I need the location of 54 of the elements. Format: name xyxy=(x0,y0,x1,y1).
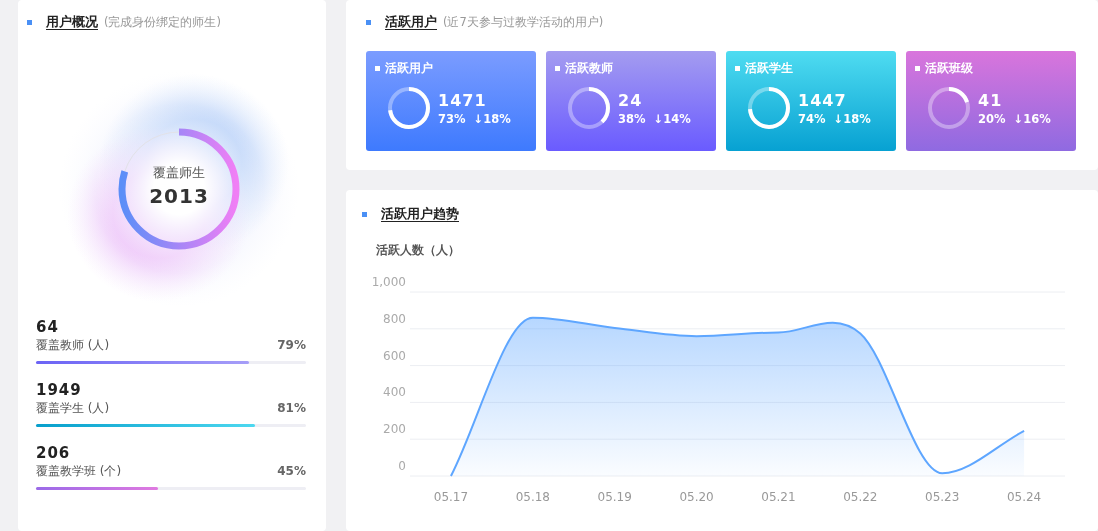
section-subtitle: (完成身份绑定的师生) xyxy=(104,14,221,30)
card-change: ↓18% xyxy=(833,111,871,126)
stat-label: 覆盖学生 (人) xyxy=(36,400,110,417)
axis-label: 800 xyxy=(383,311,406,326)
stat-percent: 45% xyxy=(277,464,306,478)
axis-label: 1,000 xyxy=(371,275,406,289)
card-value: 1471 xyxy=(438,90,488,110)
stat-value: 206 xyxy=(36,444,72,462)
axis-label: 400 xyxy=(383,385,406,400)
ring-value: 2013 xyxy=(149,184,209,208)
card-value: 41 xyxy=(978,90,1004,110)
card-title: 活跃学生 xyxy=(745,60,793,77)
card-percent: 73% xyxy=(438,111,466,126)
axis-label: 05.23 xyxy=(925,490,960,504)
stat-value: 1949 xyxy=(36,381,83,399)
bullet-icon xyxy=(362,211,367,217)
card-percent: 20% xyxy=(978,111,1006,126)
axis-label: 0 xyxy=(398,459,406,473)
bullet-icon xyxy=(915,66,920,71)
bullet-icon xyxy=(366,19,371,25)
card-title: 活跃教师 xyxy=(565,60,613,77)
axis-label: 05.22 xyxy=(843,490,878,504)
bullet-icon xyxy=(555,66,560,71)
axis-label: 05.19 xyxy=(597,490,632,504)
section-title: 用户概况 xyxy=(46,14,98,30)
section-title: 活跃用户趋势 xyxy=(381,206,459,222)
card-value: 1447 xyxy=(798,90,848,110)
axis-label: 05.18 xyxy=(515,490,550,504)
stat-percent: 81% xyxy=(277,401,306,415)
axis-label: 05.17 xyxy=(433,490,469,504)
axis-label: 05.20 xyxy=(679,490,714,504)
card-value: 24 xyxy=(618,90,644,110)
axis-title: 活跃人数（人） xyxy=(376,243,461,258)
bullet-icon xyxy=(735,66,740,71)
stat-label: 覆盖教师 (人) xyxy=(36,337,110,354)
axis-label: 05.24 xyxy=(1006,490,1042,504)
card-percent: 74% xyxy=(798,111,826,126)
card-percent: 38% xyxy=(618,111,646,126)
ring-label: 覆盖师生 xyxy=(153,164,205,182)
bullet-icon xyxy=(375,66,380,71)
card-title: 活跃用户 xyxy=(385,60,433,77)
axis-label: 05.21 xyxy=(761,490,796,504)
card-title: 活跃班级 xyxy=(925,60,973,77)
stat-label: 覆盖教学班 (个) xyxy=(36,463,122,480)
stat-value: 64 xyxy=(36,318,60,336)
section-subtitle: (近7天参与过教学活动的用户) xyxy=(443,14,604,30)
card-change: ↓14% xyxy=(653,111,691,126)
stat-percent: 79% xyxy=(277,338,306,352)
axis-label: 600 xyxy=(383,348,406,363)
card-change: ↓16% xyxy=(1013,111,1051,126)
bullet-icon xyxy=(27,19,32,25)
section-title: 活跃用户 xyxy=(385,14,437,30)
card-change: ↓18% xyxy=(473,111,511,126)
axis-label: 200 xyxy=(383,422,406,437)
